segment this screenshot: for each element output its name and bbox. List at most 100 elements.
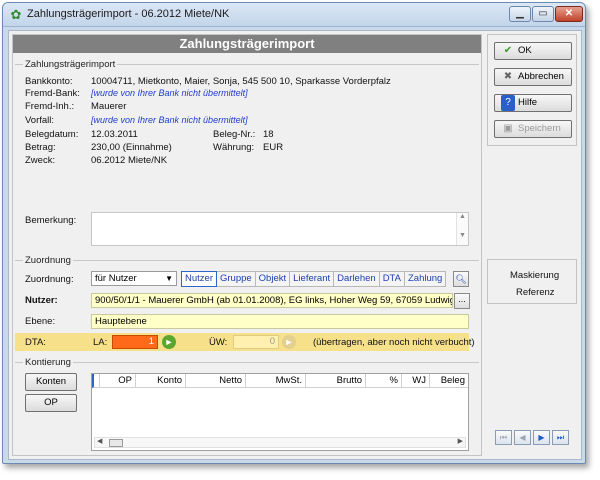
close-icon: ✕ [564, 8, 574, 19]
record-navigator: ⏮ ◀ ▶ ⏭ [487, 428, 577, 450]
go-arrow-icon[interactable]: ► [162, 335, 176, 349]
waehrung-label: Währung: [213, 142, 255, 153]
scroll-right-icon[interactable]: ▶ [458, 437, 463, 445]
fremdbank-value: [wurde von Ihrer Bank nicht übermittelt] [91, 88, 248, 98]
tab-gruppe[interactable]: Gruppe [216, 271, 256, 287]
belegnr-label: Beleg-Nr.: [213, 129, 256, 140]
client-area: Zahlungsträgerimport Zahlungsträgerimpor… [8, 30, 582, 460]
col-beleg[interactable]: Beleg [430, 374, 468, 388]
page-banner: Zahlungsträgerimport [13, 35, 481, 53]
tab-objekt[interactable]: Objekt [255, 271, 291, 287]
op-button[interactable]: OP [25, 394, 77, 412]
help-icon: ? [501, 95, 515, 111]
dta-row: DTA: LA: 1 ► ÜW: 0 ► (übertragen, aber n… [15, 333, 475, 351]
zuordnung-select-label: Zuordnung: [25, 274, 74, 285]
zweck-value: 06.2012 Miete/NK [91, 155, 168, 166]
action-panel: ✔ OK ✖ Abbrechen ? Hilfe ▣ Speichern [487, 34, 577, 146]
window-title: Zahlungsträgerimport - 06.2012 Miete/NK [27, 8, 230, 20]
main-panel: Zahlungsträgerimport Zahlungsträgerimpor… [12, 34, 482, 456]
fremdbank-label: Fremd-Bank: [25, 88, 80, 99]
minimize-icon: ▁ [516, 8, 524, 19]
help-button[interactable]: ? Hilfe [494, 94, 572, 112]
ebene-field[interactable]: Hauptebene [91, 314, 469, 329]
save-button[interactable]: ▣ Speichern [494, 120, 572, 138]
la-input[interactable]: 1 [112, 335, 158, 349]
tab-nutzer[interactable]: Nutzer [181, 271, 217, 287]
grid-row-indicator [92, 374, 100, 388]
maximize-button[interactable]: ▭ [532, 6, 554, 22]
options-panel: Maskierung Referenz [487, 259, 577, 304]
minimize-button[interactable]: ▁ [509, 6, 531, 22]
close-button[interactable]: ✕ [555, 6, 583, 22]
zweck-label: Zweck: [25, 155, 56, 166]
last-record-button[interactable]: ⏭ [552, 430, 569, 445]
scroll-thumb[interactable] [109, 439, 123, 447]
tab-lieferant[interactable]: Lieferant [290, 271, 335, 287]
col-percent[interactable]: % [366, 374, 402, 388]
scroll-down-icon[interactable]: ▼ [457, 232, 468, 239]
save-label: Speichern [518, 123, 561, 134]
app-icon: ✿ [10, 7, 22, 22]
scroll-left-icon[interactable]: ◀ [97, 437, 102, 445]
dialog-window: ✿ Zahlungsträgerimport - 06.2012 Miete/N… [2, 2, 586, 464]
previous-record-button[interactable]: ◀ [514, 430, 531, 445]
la-label: LA: [93, 337, 108, 348]
bemerkung-label: Bemerkung: [25, 215, 77, 226]
bemerkung-field[interactable]: ▲ ▼ [91, 212, 469, 246]
col-mwst[interactable]: MwSt. [246, 374, 306, 388]
cancel-button[interactable]: ✖ Abbrechen [494, 68, 572, 86]
grid-horizontal-scrollbar[interactable]: ◀ ▶ [94, 437, 466, 448]
betrag-label: Betrag: [25, 142, 56, 153]
nutzer-value: 900/50/1/1 - Mauerer GmbH (ab 01.01.2008… [95, 295, 453, 306]
help-label: Hilfe [518, 97, 538, 108]
nutzer-field[interactable]: 900/50/1/1 - Mauerer GmbH (ab 01.01.2008… [91, 293, 453, 308]
maskierung-link[interactable]: Maskierung [510, 270, 559, 281]
search-button[interactable]: 🔍︎ [453, 271, 469, 287]
tab-zahlung[interactable]: Zahlung [404, 271, 447, 287]
checkmark-icon: ✔ [503, 45, 513, 56]
belegdatum-label: Belegdatum: [25, 129, 79, 140]
konten-button[interactable]: Konten [25, 373, 77, 391]
first-record-button[interactable]: ⏮ [495, 430, 512, 445]
kontierung-grid[interactable]: OP Konto Netto MwSt. Brutto % WJ Beleg ◀… [91, 373, 469, 451]
col-brutto[interactable]: Brutto [306, 374, 366, 388]
col-netto[interactable]: Netto [186, 374, 246, 388]
col-wj[interactable]: WJ [402, 374, 430, 388]
col-konto[interactable]: Konto [136, 374, 186, 388]
ebene-label: Ebene: [25, 316, 56, 327]
waehrung-value: EUR [263, 142, 284, 153]
betrag-value: 230,00 (Einnahme) [91, 142, 172, 153]
nutzer-label: Nutzer: [25, 295, 58, 306]
ok-label: OK [518, 45, 532, 56]
belegdatum-value: 12.03.2011 [91, 129, 138, 140]
tab-darlehen[interactable]: Darlehen [334, 271, 380, 287]
referenz-link[interactable]: Referenz [516, 287, 555, 298]
dta-note: (übertragen, aber noch nicht verbucht) [313, 337, 475, 348]
next-record-button[interactable]: ▶ [533, 430, 550, 445]
maximize-icon: ▭ [538, 8, 548, 19]
zuordnung-select[interactable]: für Nutzer ▼ [91, 271, 177, 286]
col-op[interactable]: OP [100, 374, 136, 388]
scroll-up-icon[interactable]: ▲ [457, 213, 468, 220]
kontierung-group-label: Kontierung [23, 357, 73, 368]
bemerkung-scrollbar[interactable]: ▲ ▼ [456, 213, 468, 245]
uw-input[interactable]: 0 [233, 335, 279, 349]
chevron-down-icon: ▼ [165, 274, 173, 283]
zuordnung-select-value: für Nutzer [95, 273, 137, 284]
belegnr-value: 18 [263, 129, 274, 140]
zuordnung-tabbar: Nutzer Gruppe Objekt Lieferant Darlehen … [181, 271, 447, 287]
grid-header: OP Konto Netto MwSt. Brutto % WJ Beleg [92, 374, 468, 388]
vorfall-value: [wurde von Ihrer Bank nicht übermittelt] [91, 115, 248, 125]
magnifier-icon: 🔍︎ [455, 274, 467, 284]
cancel-icon: ✖ [503, 71, 513, 82]
cancel-label: Abbrechen [518, 71, 564, 82]
uw-label: ÜW: [209, 337, 228, 348]
nutzer-browse-button[interactable]: ... [454, 293, 470, 309]
fremdinh-value: Mauerer [91, 101, 127, 112]
vorfall-label: Vorfall: [25, 115, 55, 126]
bankkonto-label: Bankkonto: [25, 76, 73, 87]
tab-dta[interactable]: DTA [379, 271, 405, 287]
title-bar[interactable]: ✿ Zahlungsträgerimport - 06.2012 Miete/N… [3, 3, 585, 27]
ok-button[interactable]: ✔ OK [494, 42, 572, 60]
import-group-label: Zahlungsträgerimport [23, 59, 118, 70]
